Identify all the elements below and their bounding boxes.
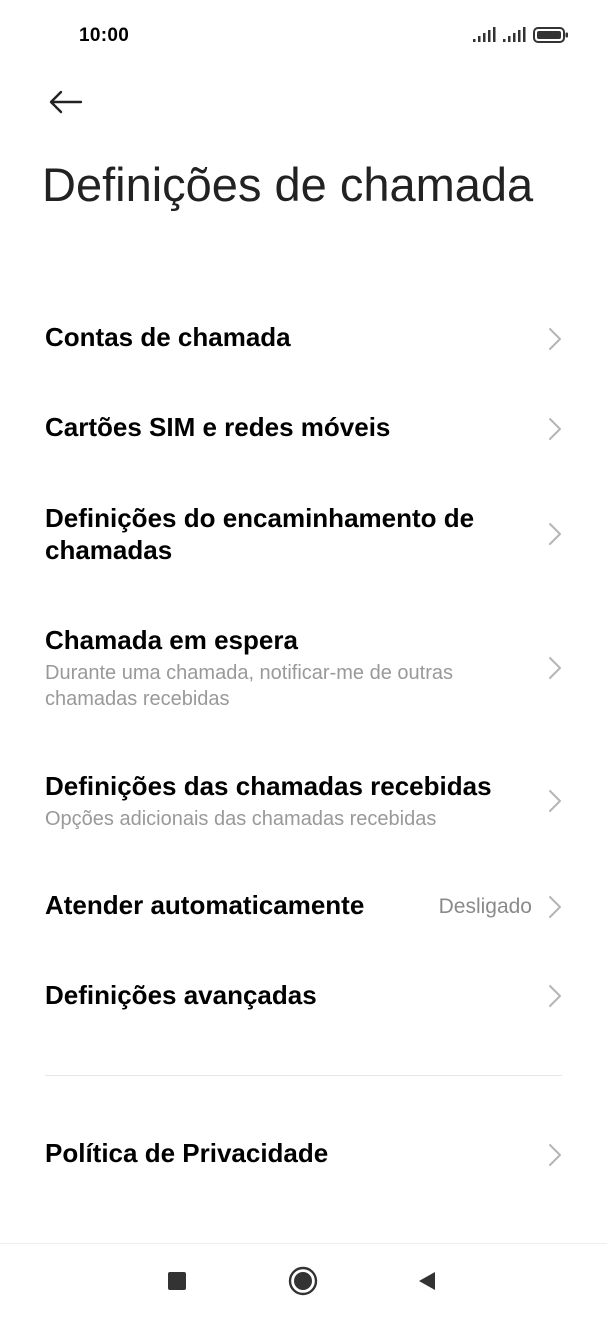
setting-title: Chamada em espera <box>45 625 298 655</box>
chevron-right-icon <box>549 1144 561 1166</box>
home-icon <box>288 1266 318 1296</box>
signal-icon <box>473 27 496 42</box>
arrow-left-icon <box>49 90 83 114</box>
home-button[interactable] <box>278 1256 328 1306</box>
chevron-right-icon <box>549 657 561 679</box>
setting-title: Definições das chamadas recebidas <box>45 771 492 801</box>
setting-subtitle: Durante uma chamada, notificar-me de out… <box>45 662 453 710</box>
chevron-right-icon <box>549 896 561 918</box>
setting-auto-answer[interactable]: Atender automaticamente Desligado <box>0 879 607 935</box>
status-icons <box>473 26 569 44</box>
setting-call-accounts[interactable]: Contas de chamada <box>0 311 607 367</box>
setting-title: Cartões SIM e redes móveis <box>45 412 391 442</box>
system-back-button[interactable] <box>402 1256 452 1306</box>
signal-icon <box>503 27 526 42</box>
setting-privacy-policy[interactable]: Política de Privacidade <box>0 1127 607 1183</box>
setting-incoming-calls[interactable]: Definições das chamadas recebidas Opções… <box>0 762 607 840</box>
chevron-right-icon <box>549 328 561 350</box>
navigation-bar <box>0 1243 607 1317</box>
recent-apps-icon <box>168 1272 186 1290</box>
chevron-right-icon <box>549 985 561 1007</box>
setting-title: Atender automaticamente <box>45 890 365 920</box>
page-title: Definições de chamada <box>42 158 534 211</box>
setting-sim-cards[interactable]: Cartões SIM e redes móveis <box>0 401 607 457</box>
divider <box>45 1075 562 1076</box>
status-bar: 10:00 <box>0 0 607 70</box>
status-time: 10:00 <box>79 25 130 46</box>
setting-title: Definições avançadas <box>45 980 317 1010</box>
setting-title: Definições do encaminhamento de chamadas <box>45 503 475 565</box>
recent-apps-button[interactable] <box>152 1256 202 1306</box>
back-button[interactable] <box>40 80 90 124</box>
setting-value: Desligado <box>438 895 532 918</box>
setting-subtitle: Opções adicionais das chamadas recebidas <box>45 808 437 830</box>
chevron-right-icon <box>549 418 561 440</box>
chevron-right-icon <box>549 523 561 545</box>
setting-title: Contas de chamada <box>45 322 291 352</box>
setting-title: Política de Privacidade <box>45 1138 329 1168</box>
setting-call-waiting[interactable]: Chamada em espera Durante uma chamada, n… <box>0 616 607 722</box>
back-triangle-icon <box>419 1272 435 1290</box>
setting-advanced[interactable]: Definições avançadas <box>0 969 607 1025</box>
chevron-right-icon <box>549 790 561 812</box>
battery-icon <box>533 27 568 43</box>
setting-call-forwarding[interactable]: Definições do encaminhamento de chamadas <box>0 494 607 574</box>
